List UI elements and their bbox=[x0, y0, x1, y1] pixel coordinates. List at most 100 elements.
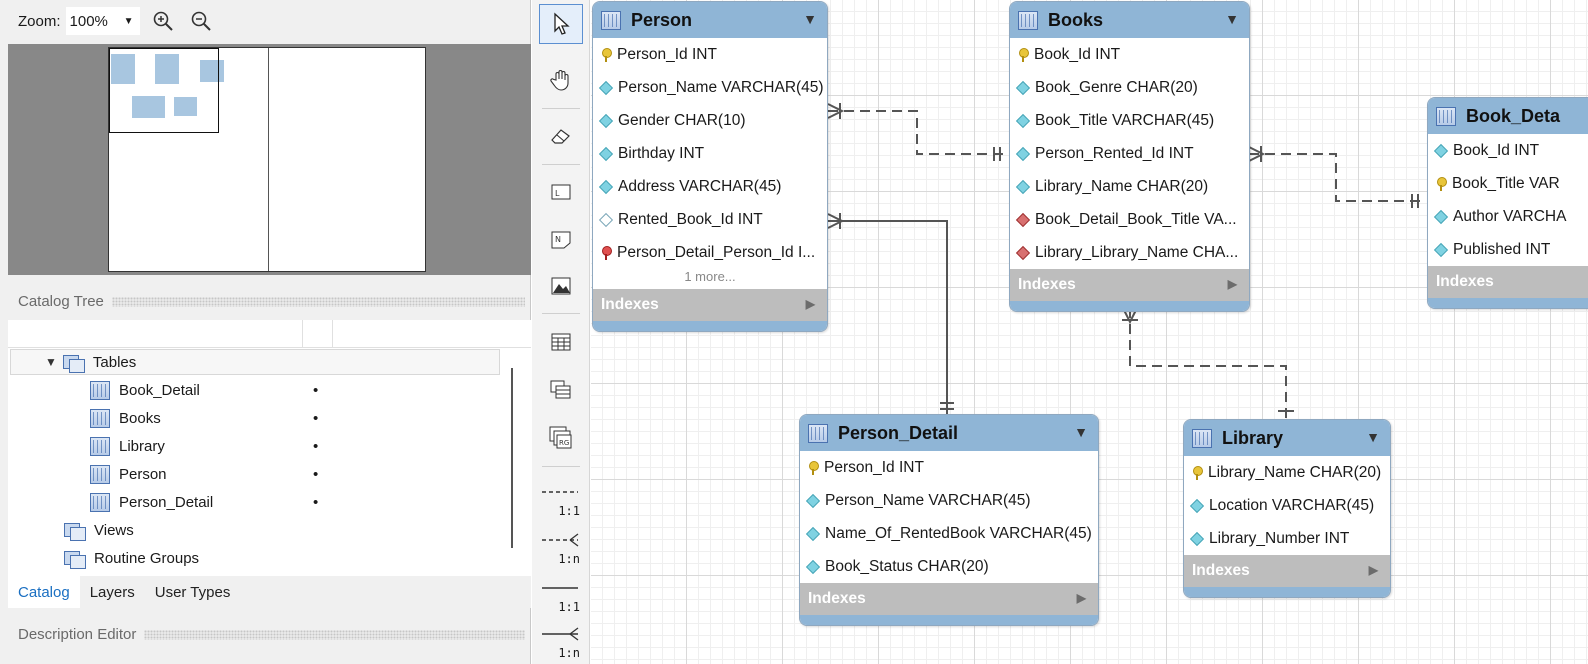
column-row[interactable]: Book_Detail_Book_Title VA... bbox=[1010, 203, 1249, 236]
collapse-arrow-icon[interactable]: ▼ bbox=[803, 11, 817, 27]
zoom-in-button[interactable] bbox=[148, 6, 178, 36]
indexes-bar[interactable]: Indexes ▶ bbox=[1184, 555, 1390, 587]
er-table-header[interactable]: Person_Detail ▼ bbox=[800, 415, 1098, 451]
er-table-books[interactable]: Books ▼ Book_Id INT Book_Genre CHAR(20) … bbox=[1009, 1, 1250, 312]
eraser-tool-button[interactable] bbox=[539, 116, 583, 156]
relationship-1-1-non-identifying-button[interactable]: 1:1 bbox=[540, 478, 582, 522]
column-label: Person_Name VARCHAR(45) bbox=[618, 78, 824, 96]
relationship-1-n-identifying-button[interactable]: 1:n bbox=[540, 620, 582, 664]
relationship-1-n-non-identifying-button[interactable]: 1:n bbox=[540, 526, 582, 570]
diagram-canvas[interactable]: Person ▼ Person_Id INT Person_Name VARCH… bbox=[591, 0, 1588, 664]
chevron-down-icon[interactable]: ▼ bbox=[118, 7, 140, 35]
column-row[interactable]: Book_Title VAR bbox=[1428, 167, 1588, 200]
er-table-header[interactable]: Books ▼ bbox=[1010, 2, 1249, 38]
navigator-viewport[interactable] bbox=[109, 48, 219, 133]
column-diamond-icon bbox=[598, 113, 614, 128]
er-table-header[interactable]: Library ▼ bbox=[1184, 420, 1390, 456]
hand-tool-button[interactable] bbox=[539, 60, 583, 100]
tab-catalog[interactable]: Catalog bbox=[8, 576, 80, 608]
column-row[interactable]: Person_Id INT bbox=[800, 451, 1098, 484]
views-folder-icon bbox=[62, 520, 86, 541]
expand-right-icon[interactable]: ▶ bbox=[806, 297, 815, 311]
tab-user-types[interactable]: User Types bbox=[145, 576, 241, 608]
column-row[interactable]: Name_Of_RentedBook VARCHAR(45) bbox=[800, 517, 1098, 550]
expand-arrow-icon[interactable]: ▼ bbox=[45, 355, 57, 369]
er-table-person[interactable]: Person ▼ Person_Id INT Person_Name VARCH… bbox=[592, 1, 828, 332]
column-row[interactable]: Birthday INT bbox=[593, 137, 827, 170]
column-diamond-icon bbox=[1015, 146, 1031, 161]
er-table-title: Books bbox=[1048, 9, 1104, 30]
column-row[interactable]: Rented_Book_Id INT bbox=[593, 203, 827, 236]
er-table-book-detail[interactable]: Book_Deta Book_Id INT Book_Title VAR Aut… bbox=[1427, 97, 1588, 309]
select-tool-button[interactable] bbox=[539, 4, 583, 44]
column-row[interactable]: Published INT bbox=[1428, 233, 1588, 266]
column-row[interactable]: Book_Id INT bbox=[1010, 38, 1249, 71]
column-row[interactable]: Author VARCHA bbox=[1428, 200, 1588, 233]
zoom-label: Zoom: bbox=[18, 12, 61, 30]
svg-text:N: N bbox=[555, 235, 561, 244]
expand-right-icon[interactable]: ▶ bbox=[1369, 563, 1378, 577]
column-row[interactable]: Person_Rented_Id INT bbox=[1010, 137, 1249, 170]
tree-item-label: Library bbox=[119, 437, 165, 455]
column-row[interactable]: Book_Genre CHAR(20) bbox=[1010, 71, 1249, 104]
column-row[interactable]: Library_Library_Name CHA... bbox=[1010, 236, 1249, 269]
indexes-bar[interactable]: Indexes ▶ bbox=[593, 289, 827, 321]
view-tool-button[interactable] bbox=[539, 370, 583, 410]
expand-right-icon[interactable]: ▶ bbox=[1228, 277, 1237, 291]
column-row[interactable]: Person_Name VARCHAR(45) bbox=[800, 484, 1098, 517]
model-navigator[interactable] bbox=[8, 44, 531, 275]
indexes-bar[interactable]: Indexes bbox=[1428, 266, 1588, 298]
relationship-person-person-detail[interactable] bbox=[827, 213, 954, 418]
zoom-select[interactable]: 100% ▼ bbox=[65, 7, 140, 35]
column-row[interactable]: Book_Title VARCHAR(45) bbox=[1010, 104, 1249, 137]
column-row[interactable]: Library_Name CHAR(20) bbox=[1010, 170, 1249, 203]
relationship-books-book-detail[interactable] bbox=[1248, 146, 1425, 208]
column-row[interactable]: Book_Id INT bbox=[1428, 134, 1588, 167]
expand-right-icon[interactable]: ▶ bbox=[1077, 591, 1086, 605]
primary-key-icon bbox=[1018, 47, 1029, 62]
column-row[interactable]: Book_Status CHAR(20) bbox=[800, 550, 1098, 583]
er-table-header[interactable]: Person ▼ bbox=[593, 2, 827, 38]
column-row[interactable]: Gender CHAR(10) bbox=[593, 104, 827, 137]
indexes-label: Indexes bbox=[1192, 562, 1250, 579]
er-table-library[interactable]: Library ▼ Library_Name CHAR(20) Location… bbox=[1183, 419, 1391, 598]
svg-text:RG: RG bbox=[559, 439, 569, 447]
image-tool-button[interactable] bbox=[539, 266, 583, 306]
tab-layers[interactable]: Layers bbox=[80, 576, 145, 608]
column-label: Person_Detail_Person_Id I... bbox=[617, 243, 816, 261]
column-row[interactable]: Address VARCHAR(45) bbox=[593, 170, 827, 203]
tree-node-views[interactable]: Views bbox=[62, 517, 462, 543]
table-tool-button[interactable] bbox=[539, 322, 583, 362]
column-row[interactable]: Person_Name VARCHAR(45) bbox=[593, 71, 827, 104]
column-diamond-icon bbox=[805, 493, 821, 508]
collapse-arrow-icon[interactable]: ▼ bbox=[1074, 424, 1088, 440]
indexes-bar[interactable]: Indexes ▶ bbox=[800, 583, 1098, 615]
note-tool-button[interactable]: N bbox=[539, 220, 583, 260]
relationship-1-1-identifying-button[interactable]: 1:1 bbox=[540, 574, 582, 618]
indexes-label: Indexes bbox=[1018, 276, 1076, 293]
column-row[interactable]: Person_Detail_Person_Id I... bbox=[593, 236, 827, 269]
zoom-out-button[interactable] bbox=[186, 6, 216, 36]
collapse-arrow-icon[interactable]: ▼ bbox=[1225, 11, 1239, 27]
routine-group-tool-button[interactable]: RG bbox=[539, 418, 583, 458]
tree-scrollbar[interactable] bbox=[511, 368, 513, 548]
er-table-person-detail[interactable]: Person_Detail ▼ Person_Id INT Person_Nam… bbox=[799, 414, 1099, 626]
column-row[interactable]: Location VARCHAR(45) bbox=[1184, 489, 1390, 522]
tree-item-person[interactable]: Person • bbox=[90, 461, 490, 487]
tree-item-library[interactable]: Library • bbox=[90, 433, 490, 459]
layer-tool-button[interactable]: L bbox=[539, 172, 583, 212]
indexes-bar[interactable]: Indexes ▶ bbox=[1010, 269, 1249, 301]
column-row[interactable]: Person_Id INT bbox=[593, 38, 827, 71]
column-row[interactable]: Library_Name CHAR(20) bbox=[1184, 456, 1390, 489]
collapse-arrow-icon[interactable]: ▼ bbox=[1366, 429, 1380, 445]
tree-node-tables[interactable]: ▼ Tables bbox=[10, 349, 500, 375]
tree-item-books[interactable]: Books • bbox=[90, 405, 490, 431]
tree-node-routine-groups[interactable]: Routine Groups bbox=[62, 545, 462, 571]
column-row[interactable]: Library_Number INT bbox=[1184, 522, 1390, 555]
relationship-books-library[interactable] bbox=[1122, 307, 1294, 424]
tree-item-person-detail[interactable]: Person_Detail • bbox=[90, 489, 490, 515]
more-columns-link[interactable]: 1 more... bbox=[593, 269, 827, 289]
tree-item-book-detail[interactable]: Book_Detail • bbox=[90, 377, 490, 403]
relationship-person-books[interactable] bbox=[827, 103, 1007, 161]
er-table-header[interactable]: Book_Deta bbox=[1428, 98, 1588, 134]
